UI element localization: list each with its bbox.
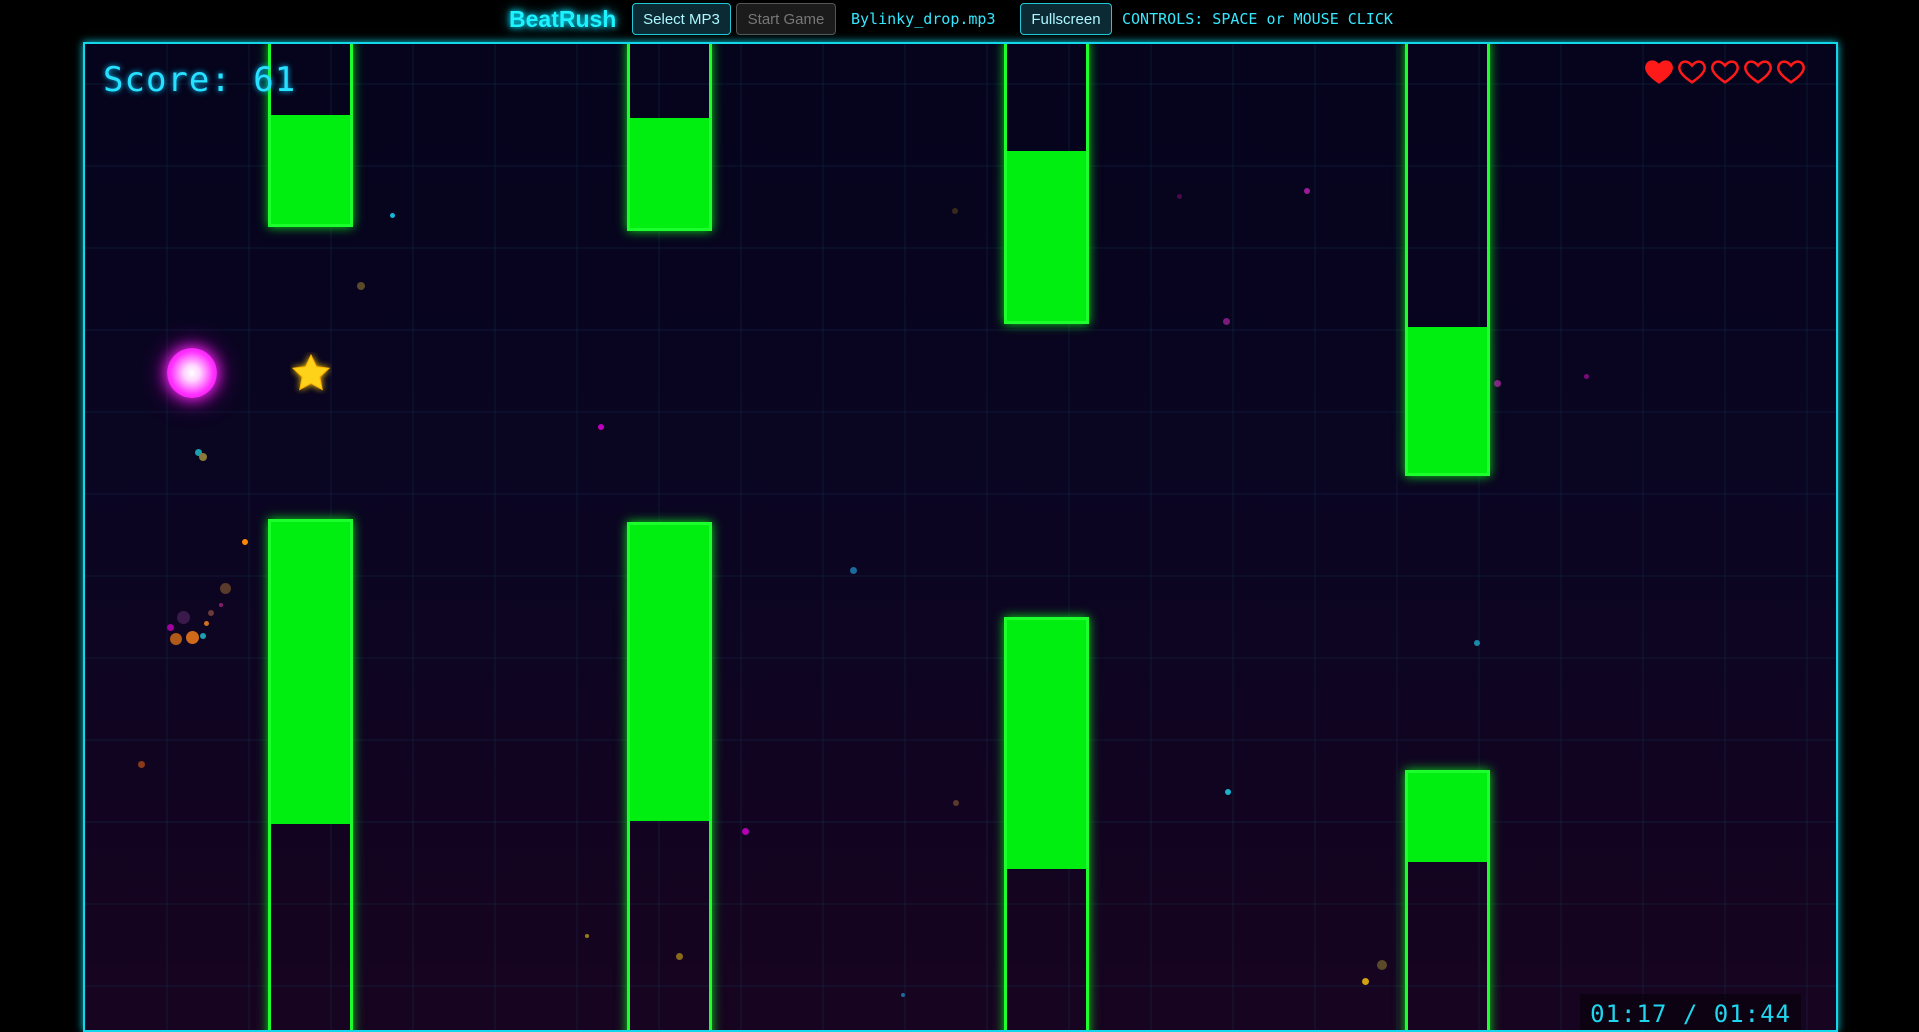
particle <box>598 424 604 430</box>
pipe-bottom-2 <box>627 522 712 1030</box>
selected-file-name: Bylinky_drop.mp3 <box>851 10 996 28</box>
particle <box>219 582 231 594</box>
pipe-fill <box>630 525 709 821</box>
particle <box>357 282 365 290</box>
particle <box>901 993 905 997</box>
select-mp3-button[interactable]: Select MP3 <box>632 3 731 35</box>
fullscreen-button[interactable]: Fullscreen <box>1020 3 1112 35</box>
start-game-button[interactable]: Start Game <box>736 3 836 35</box>
particle <box>203 620 209 626</box>
app-title: BeatRush <box>509 6 617 32</box>
particle <box>1493 379 1501 387</box>
pipe-fill <box>1007 620 1086 869</box>
particle <box>585 934 589 938</box>
particle <box>242 539 248 545</box>
pipe-fill <box>1007 151 1086 321</box>
lives-display <box>1644 56 1806 86</box>
heart-empty-icon <box>1777 60 1805 84</box>
pipe-bottom-3 <box>1004 617 1089 1030</box>
particle <box>741 827 749 835</box>
pipe-fill <box>1408 327 1487 473</box>
pipe-top-4 <box>1405 44 1490 476</box>
particle <box>389 212 395 218</box>
pipe-fill <box>630 118 709 228</box>
score-display: Score: 61 <box>103 60 297 100</box>
player-ball <box>167 348 217 398</box>
particle <box>176 610 190 624</box>
particle <box>1583 373 1589 379</box>
controls-hint: CONTROLS: SPACE or MOUSE CLICK <box>1122 10 1393 28</box>
particle <box>219 603 223 607</box>
pipe-bottom-4 <box>1405 770 1490 1030</box>
particle <box>849 566 857 574</box>
particle <box>1225 789 1231 795</box>
pipe-top-2 <box>627 44 712 231</box>
particle <box>200 633 206 639</box>
game-canvas[interactable]: Score: 61 01:17 / 01:44 <box>83 42 1838 1032</box>
pipe-top-3 <box>1004 44 1089 324</box>
particle <box>170 633 182 645</box>
particle <box>1361 977 1369 985</box>
heart-empty-icon <box>1678 60 1706 84</box>
heart-full-icon <box>1645 60 1673 84</box>
song-timer: 01:17 / 01:44 <box>1580 994 1801 1030</box>
particle <box>1304 188 1310 194</box>
particle <box>137 760 145 768</box>
top-bar: BeatRush Select MP3 Start Game Bylinky_d… <box>0 0 1919 40</box>
heart-empty-icon <box>1711 60 1739 84</box>
particle <box>199 453 207 461</box>
pipe-fill <box>271 522 350 824</box>
particle <box>166 623 174 631</box>
heart-empty-icon <box>1744 60 1772 84</box>
pipe-bottom-1 <box>268 519 353 1030</box>
particle <box>185 630 199 644</box>
particle <box>952 208 958 214</box>
star-icon <box>291 353 331 391</box>
particle <box>1377 960 1387 970</box>
particle <box>208 610 214 616</box>
particle <box>1222 317 1230 325</box>
pipe-fill <box>271 115 350 224</box>
particle <box>1176 193 1182 199</box>
particle <box>953 800 959 806</box>
particle <box>1474 640 1480 646</box>
pipe-fill <box>1408 773 1487 862</box>
